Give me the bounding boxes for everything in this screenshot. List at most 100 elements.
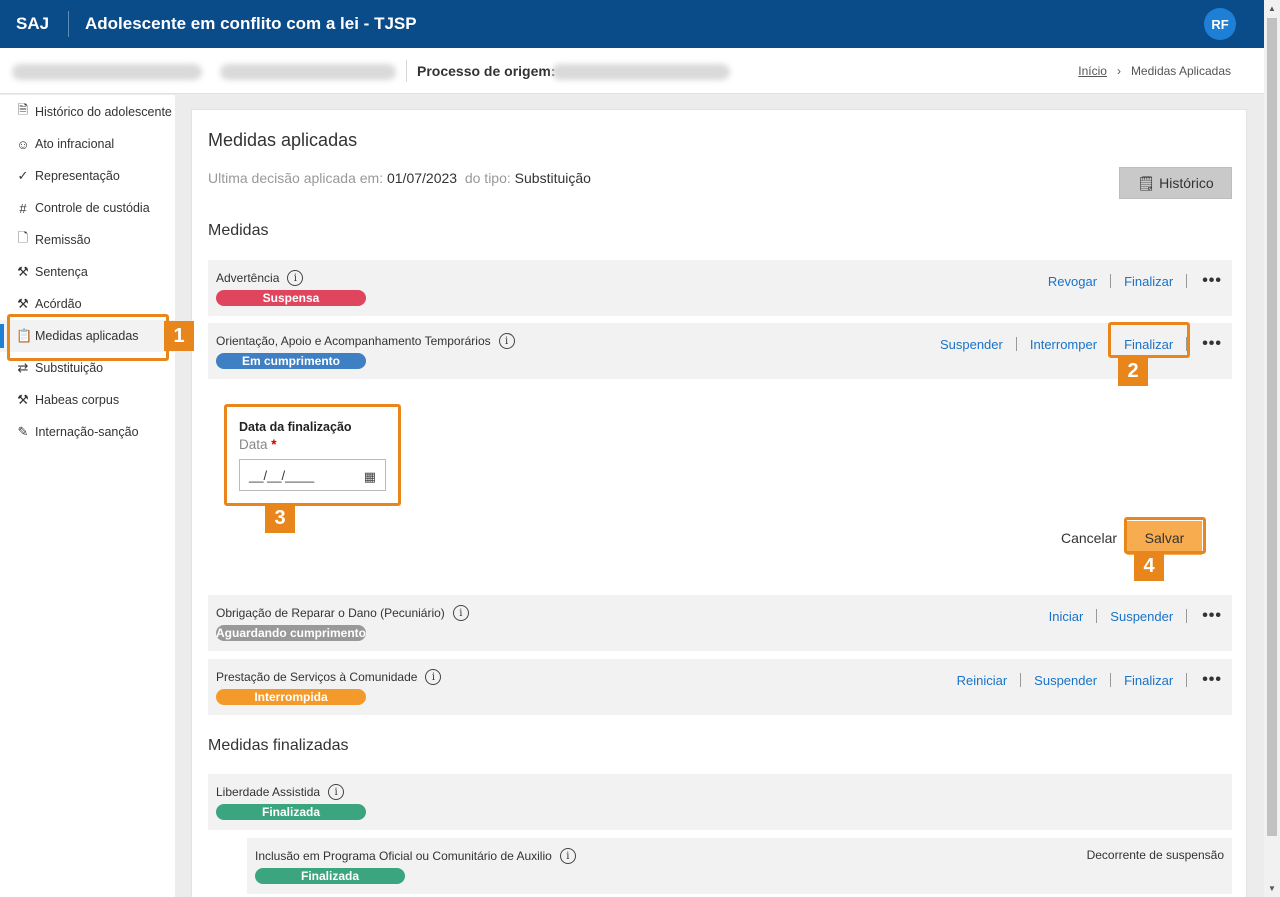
vertical-scrollbar[interactable]: ▲ ▼ xyxy=(1264,0,1280,897)
status-badge: Finalizada xyxy=(216,804,366,820)
info-icon[interactable]: i xyxy=(287,270,304,286)
callout-number-1: 1 xyxy=(164,321,194,351)
medidas-section-title: Medidas xyxy=(208,222,269,239)
action-divider xyxy=(1096,609,1098,623)
action-divider xyxy=(1186,274,1188,288)
historico-button-label: Histórico xyxy=(1159,175,1214,191)
finalizada-row-inclusao: Inclusão em Programa Oficial ou Comunitá… xyxy=(247,838,1232,894)
medida-actions: Reiniciar Suspender Finalizar ••• xyxy=(957,671,1222,689)
sidebar-item-remissao[interactable]: 🗋 Remissão xyxy=(0,224,175,256)
cancel-button[interactable]: Cancelar xyxy=(1061,530,1117,546)
breadcrumb: Início › Medidas Aplicadas xyxy=(1078,64,1231,78)
sidebar-item-label: Habeas corpus xyxy=(35,393,120,407)
page-title: Medidas aplicadas xyxy=(208,130,358,150)
gavel-icon: ⚒ xyxy=(17,264,29,279)
person-icon: ☺ xyxy=(16,136,30,152)
chevron-right-icon: › xyxy=(1116,64,1121,78)
sidebar-item-historico[interactable]: 🗎 Histórico do adolescente xyxy=(0,96,175,128)
suspender-link[interactable]: Suspender xyxy=(940,337,1003,352)
finalizadas-section-title: Medidas finalizadas xyxy=(208,737,349,754)
callout-number-4: 4 xyxy=(1134,551,1164,581)
sidebar-item-internacao-sancao[interactable]: ✎ Internação-sanção xyxy=(0,416,175,448)
action-divider xyxy=(1020,673,1022,687)
medida-name: Obrigação de Reparar o Dano (Pecuniário) xyxy=(216,606,445,620)
sidebar-item-habeas-corpus[interactable]: ⚒ Habeas corpus xyxy=(0,384,175,416)
sidebar-item-ato-infracional[interactable]: ☺ Ato infracional xyxy=(0,128,175,160)
interromper-link[interactable]: Interromper xyxy=(1030,337,1097,352)
finalizar-link[interactable]: Finalizar xyxy=(1124,673,1173,688)
status-badge: Em cumprimento xyxy=(216,353,366,369)
medida-name: Inclusão em Programa Oficial ou Comunitá… xyxy=(255,849,552,863)
info-icon[interactable]: i xyxy=(498,333,515,349)
redacted-processo xyxy=(552,64,730,80)
sidebar-item-representacao[interactable]: ✓ Representação xyxy=(0,160,175,192)
callout-number-2: 2 xyxy=(1118,356,1148,386)
medida-row-obrigacao: Obrigação de Reparar o Dano (Pecuniário)… xyxy=(208,595,1232,651)
iniciar-link[interactable]: Iniciar xyxy=(1049,609,1084,624)
medida-name: Prestação de Serviços à Comunidade xyxy=(216,670,418,684)
document-icon: 🗎 xyxy=(17,102,29,117)
historico-button[interactable]: 🗒 Histórico xyxy=(1119,167,1232,199)
callout-number-3: 3 xyxy=(265,503,295,533)
medida-actions: Revogar Finalizar ••• xyxy=(1048,272,1222,290)
action-divider xyxy=(1110,673,1112,687)
revogar-link[interactable]: Revogar xyxy=(1048,274,1097,289)
more-options-icon[interactable]: ••• xyxy=(1202,335,1222,353)
action-divider xyxy=(1186,609,1188,623)
callout-highlight-1 xyxy=(7,314,169,361)
medida-row-advertencia: Advertência i Suspensa Revogar Finalizar… xyxy=(208,260,1232,316)
medida-row-prestacao: Prestação de Serviços à Comunidade i Int… xyxy=(208,659,1232,715)
info-icon[interactable]: i xyxy=(425,669,442,685)
finalizar-link[interactable]: Finalizar xyxy=(1124,274,1173,289)
callout-highlight-2 xyxy=(1108,322,1190,358)
app-header: SAJ Adolescente em conflito com a lei - … xyxy=(0,0,1264,48)
gavel-icon: ⚒ xyxy=(17,296,29,311)
info-icon[interactable]: i xyxy=(328,784,345,800)
more-options-icon[interactable]: ••• xyxy=(1202,671,1222,689)
sidebar-item-sentenca[interactable]: ⚒ Sentença xyxy=(0,256,175,288)
action-divider xyxy=(1015,337,1017,351)
brand-logo[interactable]: SAJ xyxy=(0,14,68,34)
scroll-up-icon[interactable]: ▲ xyxy=(1268,4,1276,13)
more-options-icon[interactable]: ••• xyxy=(1202,607,1222,625)
sidebar: 🗎 Histórico do adolescente ☺ Ato infraci… xyxy=(0,95,175,897)
sidebar-item-controle-custodia[interactable]: # Controle de custódia xyxy=(0,192,175,224)
info-icon[interactable]: i xyxy=(559,848,576,864)
suspender-link[interactable]: Suspender xyxy=(1034,673,1097,688)
grid-icon: # xyxy=(19,200,27,216)
medida-row-orientacao: Orientação, Apoio e Acompanhamento Tempo… xyxy=(208,323,1232,379)
scroll-down-icon[interactable]: ▼ xyxy=(1268,884,1276,893)
redacted-number xyxy=(220,64,396,80)
reiniciar-link[interactable]: Reiniciar xyxy=(957,673,1008,688)
sidebar-item-label: Internação-sanção xyxy=(35,425,139,439)
sidebar-item-label: Histórico do adolescente xyxy=(35,105,172,119)
callout-highlight-4 xyxy=(1124,517,1206,554)
check-icon: ✓ xyxy=(17,168,29,183)
info-icon[interactable]: i xyxy=(452,605,469,621)
document-search-icon: 🗋 xyxy=(17,230,29,245)
action-divider xyxy=(1110,274,1112,288)
sidebar-item-label: Representação xyxy=(35,169,120,183)
type-value: Substituição xyxy=(514,170,591,186)
more-options-icon[interactable]: ••• xyxy=(1202,272,1222,290)
scrollbar-thumb[interactable] xyxy=(1267,18,1277,836)
medida-actions: Iniciar Suspender ••• xyxy=(1049,607,1222,625)
history-icon: 🗒 xyxy=(1137,174,1156,191)
status-badge: Interrompida xyxy=(216,689,366,705)
callout-highlight-3 xyxy=(224,404,401,506)
sidebar-item-label: Substituição xyxy=(35,361,104,375)
user-avatar[interactable]: RF xyxy=(1204,8,1236,40)
decorrente-note: Decorrente de suspensão xyxy=(1086,848,1224,862)
process-subheader: Processo de origem: Início › Medidas Apl… xyxy=(0,48,1264,94)
last-decision-date: 01/07/2023 xyxy=(386,170,458,186)
sidebar-item-label: Remissão xyxy=(35,233,91,247)
medida-name: Liberdade Assistida xyxy=(216,785,321,799)
header-divider xyxy=(68,11,69,37)
status-badge: Aguardando cumprimento xyxy=(216,625,367,641)
gavel-icon: ⚒ xyxy=(17,392,29,407)
document-edit-icon: ✎ xyxy=(17,424,29,439)
sidebar-item-label: Sentença xyxy=(35,265,88,279)
suspender-link[interactable]: Suspender xyxy=(1110,609,1173,624)
breadcrumb-home-link[interactable]: Início xyxy=(1078,64,1107,78)
subheader-divider xyxy=(406,60,407,82)
